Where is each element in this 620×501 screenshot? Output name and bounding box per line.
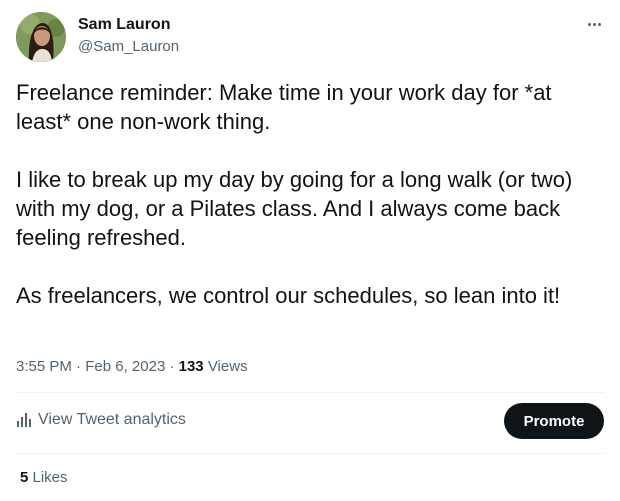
- tweet-time[interactable]: 3:55 PM: [16, 358, 72, 375]
- analytics-label: View Tweet analytics: [38, 411, 186, 428]
- more-options-button[interactable]: [584, 14, 604, 34]
- tweet-paragraph: I like to break up my day by going for a…: [16, 167, 573, 250]
- tweet-date[interactable]: Feb 6, 2023: [85, 358, 165, 375]
- profile-photo-icon: [16, 12, 66, 62]
- likes-link[interactable]: 5 Likes: [20, 469, 68, 486]
- tweet-text: Freelance reminder: Make time in your wo…: [16, 78, 606, 310]
- tweet-paragraph: Freelance reminder: Make time in your wo…: [16, 80, 552, 134]
- tweet-header: Sam Lauron @Sam_Lauron: [16, 12, 604, 62]
- promote-button[interactable]: Promote: [504, 403, 604, 439]
- avatar[interactable]: [16, 12, 66, 62]
- views-label: Views: [203, 358, 248, 375]
- tweet-paragraph: As freelancers, we control our schedules…: [16, 283, 561, 308]
- user-handle[interactable]: @Sam_Lauron: [78, 38, 179, 55]
- likes-label: Likes: [28, 469, 68, 486]
- bar-chart-icon: [17, 413, 31, 427]
- tweet-metadata: 3:55 PM · Feb 6, 2023 · 133 Views: [16, 358, 248, 375]
- meta-separator: ·: [165, 358, 179, 375]
- display-name[interactable]: Sam Lauron: [78, 16, 170, 34]
- view-analytics-link[interactable]: View Tweet analytics: [16, 411, 186, 429]
- views-count: 133: [178, 358, 204, 375]
- divider: [16, 453, 604, 454]
- ellipsis-icon: [587, 22, 591, 26]
- meta-separator: ·: [71, 358, 86, 375]
- divider: [16, 392, 604, 393]
